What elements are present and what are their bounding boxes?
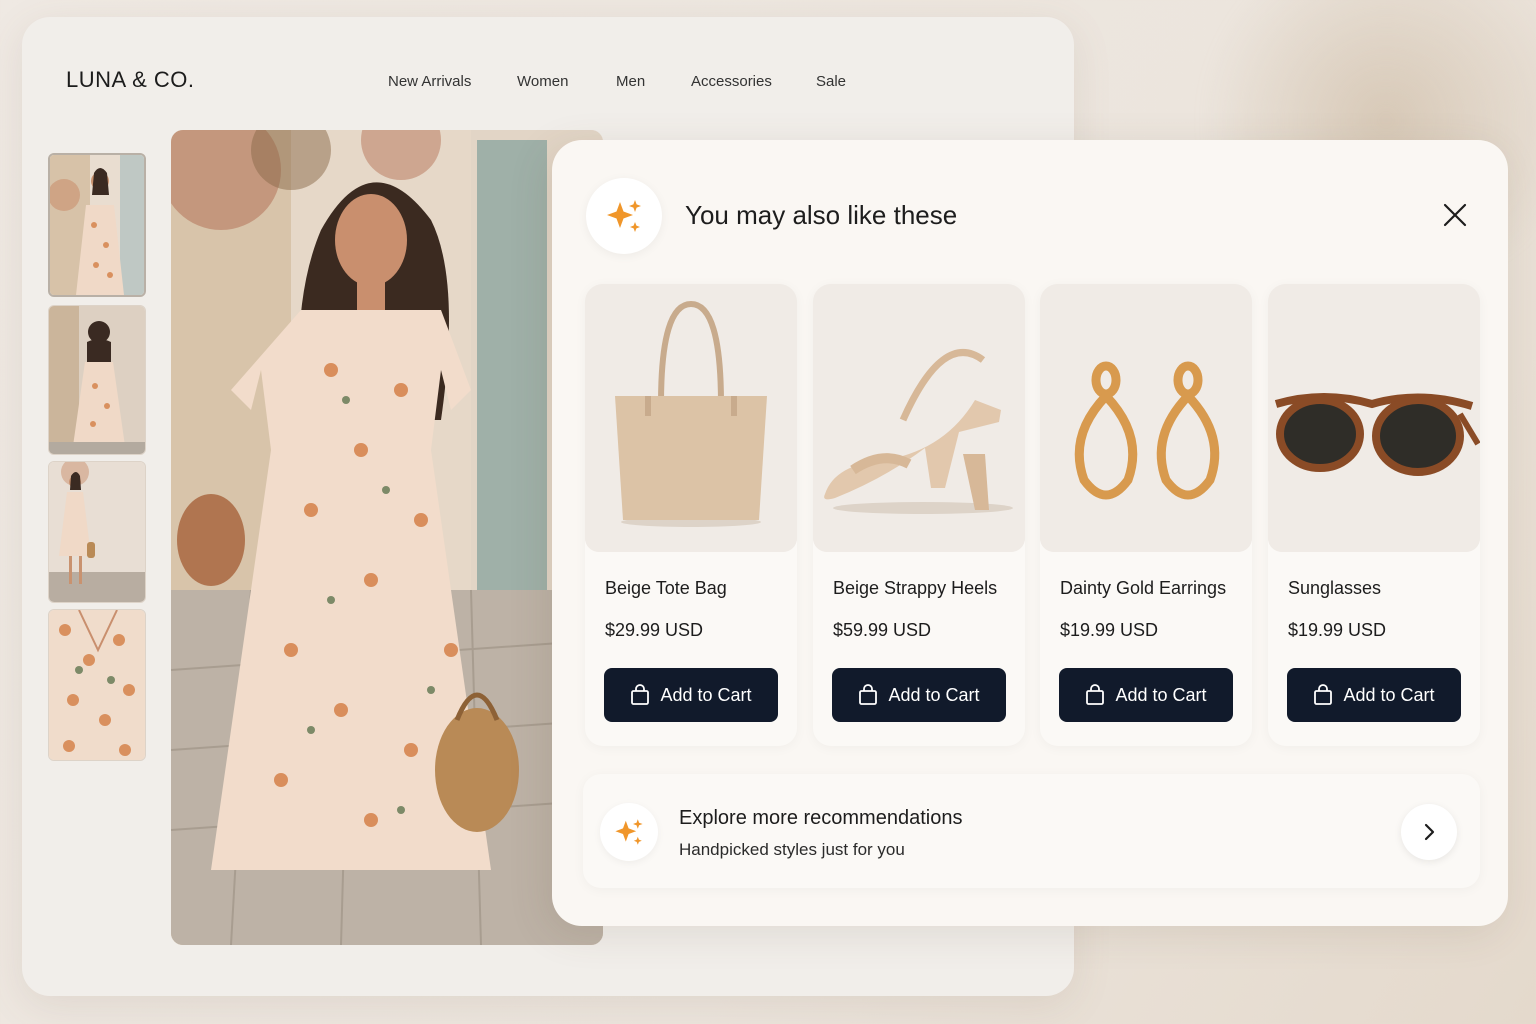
shopping-bag-icon [859, 684, 878, 705]
product-name[interactable]: Beige Strappy Heels [833, 578, 997, 599]
panel-title: You may also like these [685, 200, 958, 230]
product-card[interactable]: Beige Strappy Heels $59.99 USD Add to Ca… [813, 284, 1025, 746]
strappy-heels-image[interactable] [813, 284, 1025, 552]
explore-more-banner[interactable]: Explore more recommendations Handpicked … [583, 774, 1480, 888]
product-card[interactable]: Beige Tote Bag $29.99 USD Add to Cart [585, 284, 797, 746]
add-to-cart-button[interactable]: Add to Cart [1059, 668, 1233, 722]
nav-sale[interactable]: Sale [816, 73, 846, 90]
add-to-cart-label: Add to Cart [660, 684, 752, 705]
recommendations-panel: You may also like these Beige Tote Bag $… [552, 140, 1508, 926]
add-to-cart-label: Add to Cart [1115, 684, 1207, 705]
sparkle-icon [600, 803, 658, 861]
sunglasses-image[interactable] [1268, 284, 1480, 552]
thumbnail-dress-detail[interactable] [48, 609, 146, 761]
tote-bag-image[interactable] [585, 284, 797, 552]
nav-new-arrivals[interactable]: New Arrivals [388, 73, 471, 90]
add-to-cart-label: Add to Cart [888, 684, 980, 705]
product-price: $29.99 USD [605, 620, 704, 640]
explore-subtitle: Handpicked styles just for you [679, 840, 905, 859]
shopping-bag-icon [631, 684, 650, 705]
close-icon [1443, 203, 1467, 227]
sparkle-icon [586, 178, 662, 254]
add-to-cart-button[interactable]: Add to Cart [604, 668, 778, 722]
explore-next-button[interactable] [1401, 804, 1457, 860]
add-to-cart-button[interactable]: Add to Cart [832, 668, 1006, 722]
product-name[interactable]: Beige Tote Bag [605, 578, 727, 599]
nav-women[interactable]: Women [517, 73, 568, 90]
gold-earrings-image[interactable] [1040, 284, 1252, 552]
product-card[interactable]: Dainty Gold Earrings $19.99 USD Add to C… [1040, 284, 1252, 746]
add-to-cart-label: Add to Cart [1343, 684, 1435, 705]
product-price: $19.99 USD [1060, 620, 1159, 640]
product-card[interactable]: Sunglasses $19.99 USD Add to Cart [1268, 284, 1480, 746]
product-price: $59.99 USD [833, 620, 932, 640]
nav-men[interactable]: Men [616, 73, 645, 90]
chevron-right-icon [1424, 823, 1435, 841]
explore-title: Explore more recommendations [679, 807, 963, 829]
product-name[interactable]: Sunglasses [1288, 578, 1381, 599]
thumbnail-dress-front[interactable] [48, 153, 146, 297]
store-logo[interactable]: LUNA & CO. [66, 67, 194, 93]
shopping-bag-icon [1314, 684, 1333, 705]
product-name[interactable]: Dainty Gold Earrings [1060, 578, 1226, 599]
thumbnail-dress-back[interactable] [48, 305, 146, 455]
thumbnail-dress-full[interactable] [48, 461, 146, 603]
shopping-bag-icon [1086, 684, 1105, 705]
hero-product-image [171, 130, 603, 945]
add-to-cart-button[interactable]: Add to Cart [1287, 668, 1461, 722]
product-price: $19.99 USD [1288, 620, 1387, 640]
close-button[interactable] [1438, 198, 1472, 232]
nav-accessories[interactable]: Accessories [691, 73, 772, 90]
